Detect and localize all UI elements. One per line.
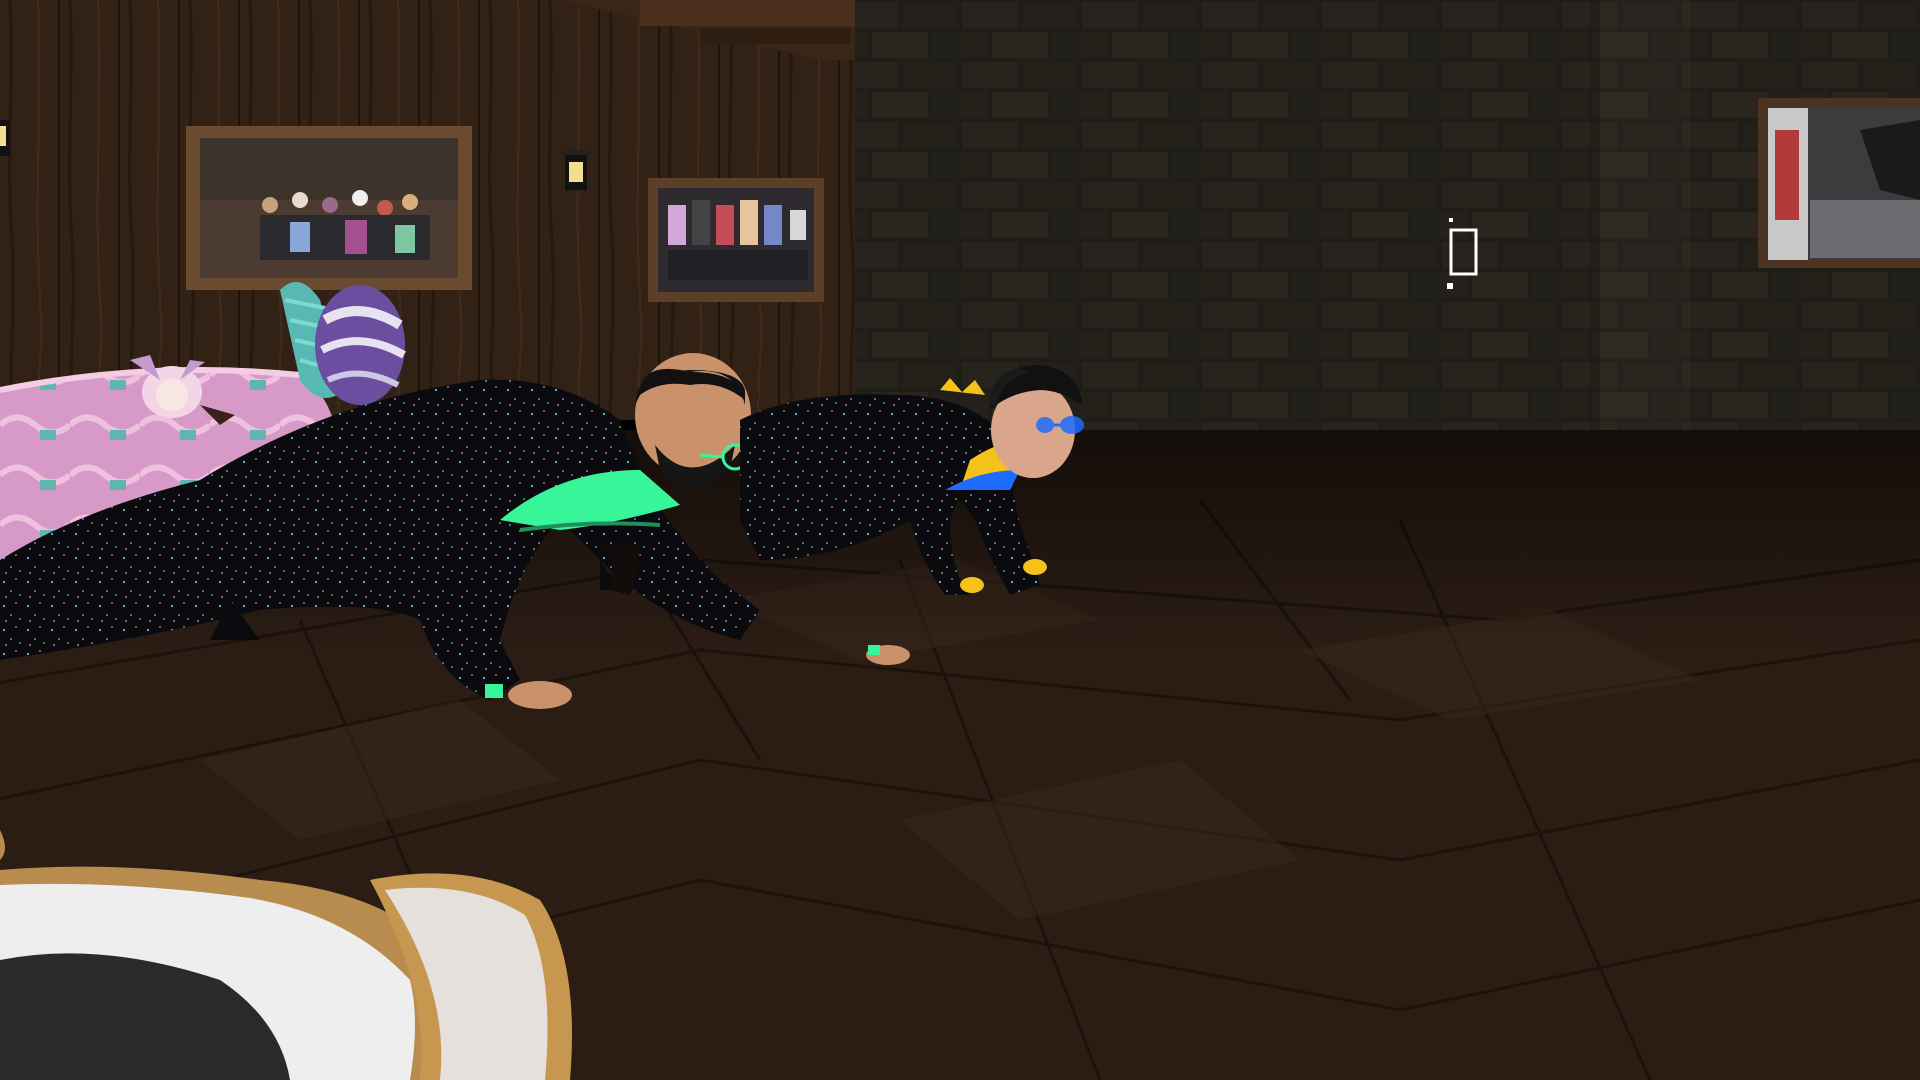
wall-painting-right <box>1758 98 1920 268</box>
game-viewport[interactable] <box>0 0 1920 1080</box>
lantern-icon <box>0 120 10 156</box>
wall-painting-group-photo-2 <box>648 178 824 302</box>
lantern-icon <box>562 150 590 190</box>
wall-painting-group-photo-1 <box>186 126 472 290</box>
scene-render <box>0 0 1920 1080</box>
